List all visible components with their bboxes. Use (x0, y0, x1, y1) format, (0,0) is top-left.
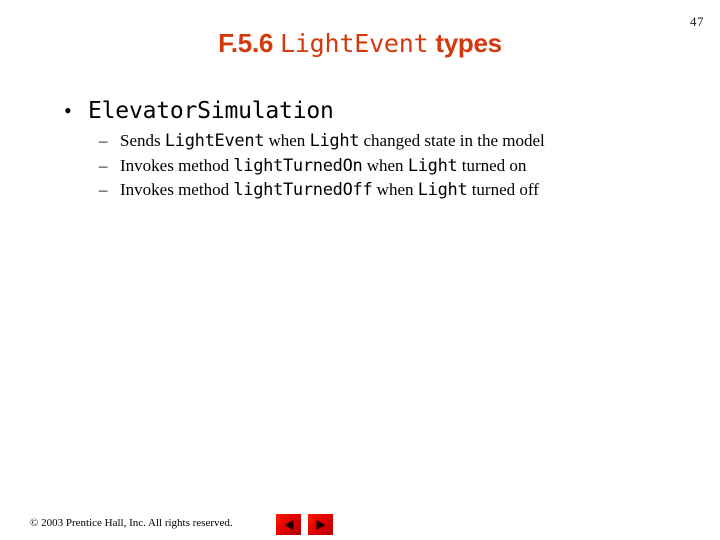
sub-bullet-text-segment: turned on (457, 155, 527, 175)
sub-bullet-code-segment: lightTurnedOn (233, 155, 363, 176)
sub-bullet-text-segment: when (362, 155, 408, 175)
dash-marker-icon: – (99, 179, 108, 199)
sub-bullet-text-segment: Sends (120, 131, 165, 151)
previous-slide-button[interactable] (276, 514, 301, 535)
triangle-right-icon (316, 519, 325, 530)
sub-bullet-code-segment: Light (309, 131, 360, 152)
sub-bullet-code-segment: Light (417, 179, 468, 200)
sub-bullet-code-segment: Light (407, 155, 458, 176)
slide-title-code: LightEvent (279, 29, 429, 58)
slide-canvas: 47 F.5.6 LightEvent types • ElevatorSimu… (0, 0, 720, 540)
next-slide-button[interactable] (308, 514, 333, 535)
sub-bullet-text-segment: changed state in the model (359, 131, 545, 151)
page-number: 47 (690, 14, 704, 29)
slide-title-suffix: types (428, 28, 502, 58)
sub-bullet-text-segment: Invokes method (120, 155, 234, 175)
dash-marker-icon: – (99, 131, 108, 151)
sub-bullet-text-segment: when (372, 179, 418, 199)
slide-title-prefix: F.5.6 (218, 28, 280, 58)
sub-bullet-text-segment: when (264, 131, 310, 151)
bullet-item-level1: • ElevatorSimulation (0, 98, 720, 124)
sub-bullet-item-lightturnedon: – Invokes method lightTurnedOn when Light… (0, 155, 720, 177)
navigation-buttons (276, 514, 333, 535)
bullet-label-elevator-simulation: ElevatorSimulation (88, 98, 334, 124)
dash-marker-icon: – (99, 155, 108, 175)
sub-bullet-code-segment: LightEvent (164, 131, 265, 152)
triangle-left-icon (284, 519, 293, 530)
sub-bullet-text-segment: turned off (467, 179, 539, 199)
bullet-marker-icon: • (64, 98, 72, 123)
sub-bullet-item-lightturnedoff: – Invokes method lightTurnedOff when Ligh… (0, 179, 720, 201)
sub-bullet-item-sends-lightevent: – Sends LightEvent when Light changed sta… (0, 130, 720, 152)
slide-title: F.5.6 LightEvent types (0, 30, 720, 56)
slide-body: • ElevatorSimulation – Sends LightEvent w… (0, 98, 720, 201)
sub-bullet-text-segment: Invokes method (120, 179, 234, 199)
copyright-notice: © 2003 Prentice Hall, Inc. All rights re… (30, 517, 233, 529)
sub-bullet-code-segment: lightTurnedOff (233, 179, 373, 200)
